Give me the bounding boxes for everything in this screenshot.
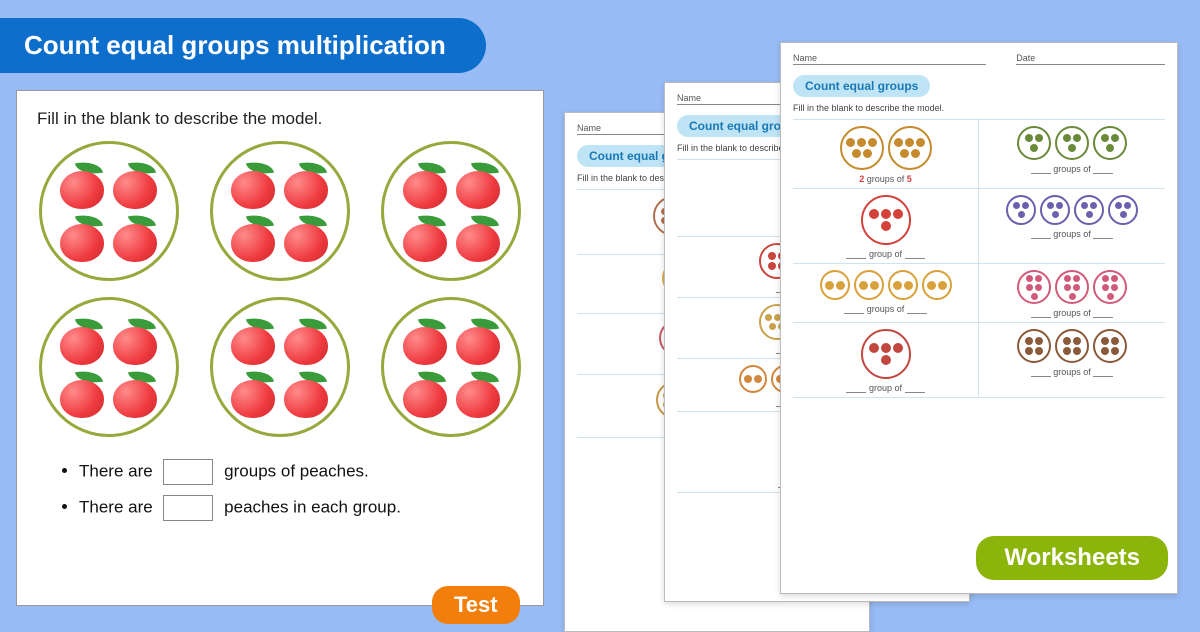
peach-icon [58,317,106,365]
group-circle [381,141,521,281]
front-grid: 2 groups of 5 groups of group of groups … [793,119,1165,398]
peach-icon [58,214,106,262]
group-circle [381,297,521,437]
peach-icon [229,370,277,418]
test-instruction: Fill in the blank to describe the model. [37,109,523,129]
sheet-title: Count equal groups [793,75,930,97]
peach-icon [229,214,277,262]
answer-line-2: There are peaches in each group. [79,495,523,521]
group-circle [39,297,179,437]
peach-icon [401,370,449,418]
group-circle [210,141,350,281]
text: peaches in each group. [224,497,401,516]
test-card: Fill in the blank to describe the model.… [16,90,544,606]
model-groups [37,141,523,437]
peach-icon [401,317,449,365]
text: There are [79,461,153,480]
peach-icon [229,317,277,365]
peach-icon [454,317,502,365]
worksheet-cell: groups of [793,264,979,323]
worksheet-cell: groups of [979,323,1165,398]
peach-icon [282,370,330,418]
worksheet-cell: groups of [979,264,1165,323]
peach-icon [111,214,159,262]
blank-input-groups[interactable] [163,459,213,485]
peach-icon [454,214,502,262]
peach-icon [58,370,106,418]
answer-list: There are groups of peaches. There are p… [37,459,523,521]
peach-icon [229,161,277,209]
worksheets-badge[interactable]: Worksheets [976,536,1168,580]
text: groups of peaches. [224,461,369,480]
peach-icon [282,214,330,262]
peach-icon [401,161,449,209]
answer-line-1: There are groups of peaches. [79,459,523,485]
worksheet-cell: groups of [979,189,1165,264]
peach-icon [454,370,502,418]
worksheet-cell: group of [793,323,979,398]
peach-icon [454,161,502,209]
test-badge[interactable]: Test [432,586,520,624]
worksheet-cell: group of [793,189,979,264]
date-field: Date [1016,53,1165,65]
peach-icon [282,161,330,209]
worksheet-cell: groups of [979,120,1165,189]
worksheet-front: Name Date Count equal groups Fill in the… [780,42,1178,594]
group-circle [210,297,350,437]
peach-icon [111,370,159,418]
text: There are [79,497,153,516]
peach-icon [111,317,159,365]
peach-icon [111,161,159,209]
worksheet-cell: 2 groups of 5 [793,120,979,189]
name-field: Name [793,53,986,65]
sheet-instruction: Fill in the blank to describe the model. [793,103,1165,113]
peach-icon [282,317,330,365]
peach-icon [58,161,106,209]
group-circle [39,141,179,281]
page-title: Count equal groups multiplication [0,18,486,73]
blank-input-per-group[interactable] [163,495,213,521]
peach-icon [401,214,449,262]
